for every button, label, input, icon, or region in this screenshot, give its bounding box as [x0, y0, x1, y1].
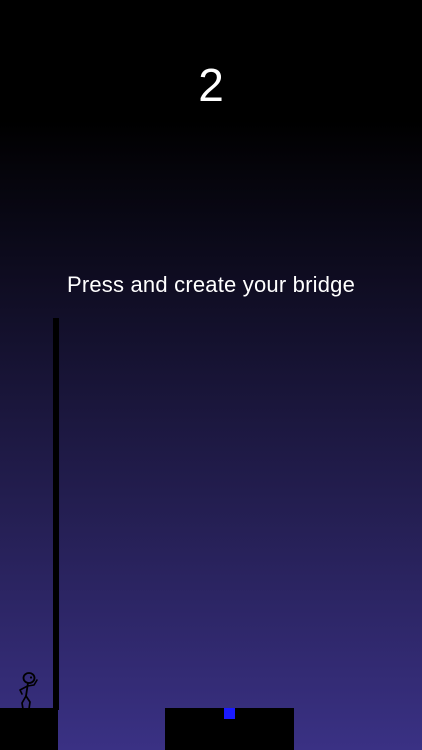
score-counter: 2: [198, 59, 224, 111]
current-platform: [0, 708, 58, 750]
instruction-text: Press and create your bridge: [66, 272, 356, 297]
game-screen[interactable]: 2 Press and create your bridge: [0, 0, 422, 750]
target-square-icon: [224, 708, 235, 719]
bridge-stick: [53, 318, 59, 710]
stick-figure-icon: [19, 672, 38, 710]
